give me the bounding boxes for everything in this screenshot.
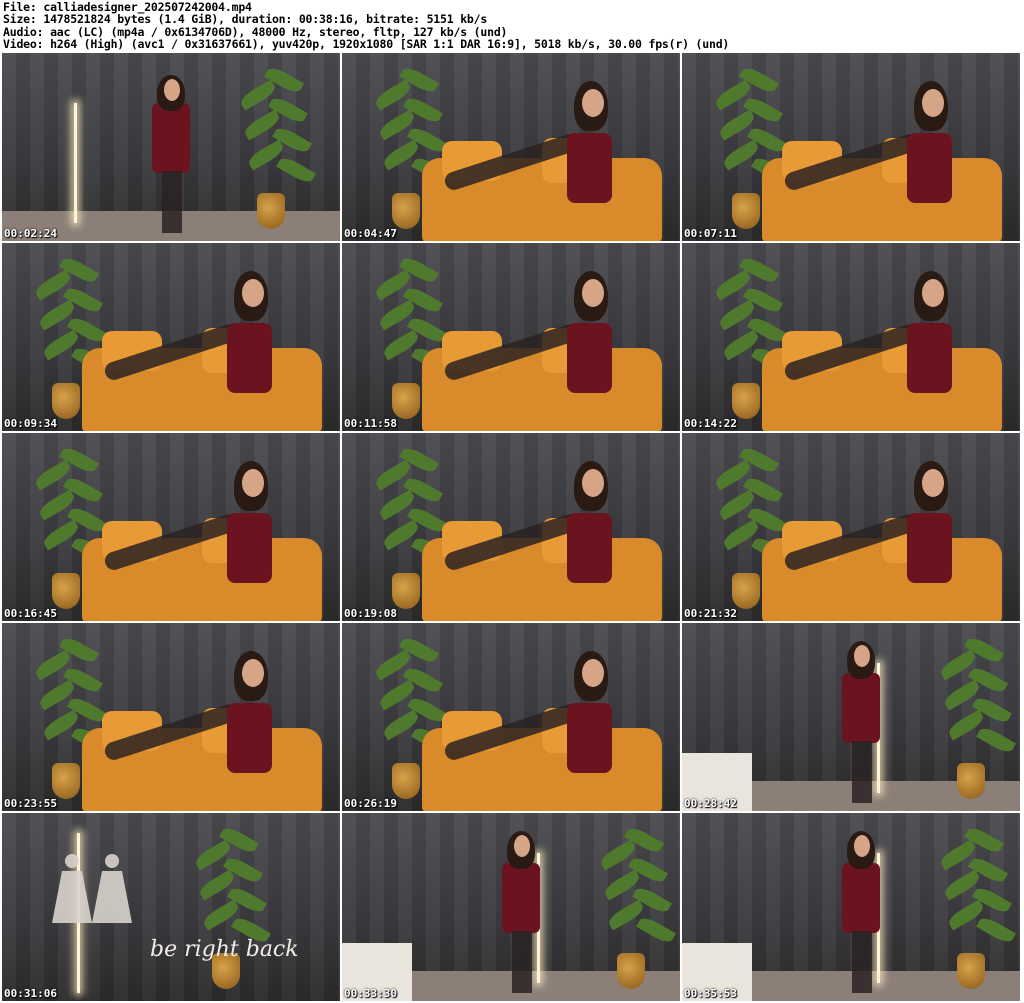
plant-pot xyxy=(732,193,760,229)
plant-pot xyxy=(392,573,420,609)
face xyxy=(582,89,604,117)
face xyxy=(582,469,604,497)
dress xyxy=(227,703,272,773)
face xyxy=(164,79,180,101)
timestamp-label: 00:09:34 xyxy=(4,417,57,430)
timestamp-label: 00:21:32 xyxy=(684,607,737,620)
thumbnail-frame[interactable]: 00:09:34 xyxy=(2,243,340,431)
thumbnail-frame[interactable]: 00:35:53 xyxy=(682,813,1020,1001)
video-info-line: Video: h264 (High) (avc1 / 0x31637661), … xyxy=(3,37,730,52)
face xyxy=(582,659,604,687)
dress xyxy=(567,513,612,583)
legs xyxy=(512,931,532,993)
thumbnail-frame[interactable]: 00:07:11 xyxy=(682,53,1020,241)
legs xyxy=(162,171,182,233)
plant-pot xyxy=(732,573,760,609)
plant-pot xyxy=(617,953,645,989)
dress xyxy=(502,863,540,933)
plant-pot xyxy=(52,763,80,799)
thumbnail-frame[interactable]: 00:16:45 xyxy=(2,433,340,621)
dress xyxy=(842,673,880,743)
thumbnail-frame[interactable]: be right back 00:31:06 xyxy=(2,813,340,1001)
dress xyxy=(567,323,612,393)
dress xyxy=(567,703,612,773)
timestamp-label: 00:31:06 xyxy=(4,987,57,1000)
face xyxy=(582,279,604,307)
face xyxy=(922,469,944,497)
face xyxy=(242,659,264,687)
face xyxy=(854,645,870,667)
dress xyxy=(907,323,952,393)
face xyxy=(242,279,264,307)
dress xyxy=(907,513,952,583)
timestamp-label: 00:02:24 xyxy=(4,227,57,240)
thumbnail-frame[interactable]: 00:28:42 xyxy=(682,623,1020,811)
timestamp-label: 00:28:42 xyxy=(684,797,737,810)
face xyxy=(922,89,944,117)
thumbnail-frame[interactable]: 00:21:32 xyxy=(682,433,1020,621)
dress xyxy=(907,133,952,203)
thumbnail-frame[interactable]: 00:02:24 xyxy=(2,53,340,241)
brand-logo xyxy=(32,843,152,943)
timestamp-label: 00:35:53 xyxy=(684,987,737,1000)
thumbnail-grid: 00:02:24 00:04:47 00:07:11 00:09:34 00:11:58… xyxy=(2,53,1022,1001)
timestamp-label: 00:23:55 xyxy=(4,797,57,810)
thumbnail-frame[interactable]: 00:26:19 xyxy=(342,623,680,811)
plant-pot xyxy=(257,193,285,229)
dress xyxy=(152,103,190,173)
timestamp-label: 00:14:22 xyxy=(684,417,737,430)
plant-pot xyxy=(52,383,80,419)
file-size-line: Size: 1478521824 bytes (1.4 GiB), durati… xyxy=(3,12,488,27)
dress xyxy=(842,863,880,933)
thumbnail-frame[interactable]: 00:33:30 xyxy=(342,813,680,1001)
timestamp-label: 00:33:30 xyxy=(344,987,397,1000)
legs xyxy=(852,931,872,993)
legs xyxy=(852,741,872,803)
plant-pot xyxy=(957,953,985,989)
face xyxy=(242,469,264,497)
thumbnail-frame[interactable]: 00:19:08 xyxy=(342,433,680,621)
be-right-back-text: be right back xyxy=(150,937,299,962)
thumbnail-frame[interactable]: 00:11:58 xyxy=(342,243,680,431)
dress xyxy=(567,133,612,203)
thumbnail-frame[interactable]: 00:04:47 xyxy=(342,53,680,241)
plant-pot xyxy=(957,763,985,799)
light-strip xyxy=(74,103,77,223)
face xyxy=(514,835,530,857)
plant-pot xyxy=(732,383,760,419)
dress xyxy=(227,323,272,393)
timestamp-label: 00:19:08 xyxy=(344,607,397,620)
timestamp-label: 00:04:47 xyxy=(344,227,397,240)
plant-pot xyxy=(392,383,420,419)
timestamp-label: 00:11:58 xyxy=(344,417,397,430)
thumbnail-frame[interactable]: 00:23:55 xyxy=(2,623,340,811)
thumbnail-frame[interactable]: 00:14:22 xyxy=(682,243,1020,431)
plant-pot xyxy=(392,193,420,229)
timestamp-label: 00:16:45 xyxy=(4,607,57,620)
plant-pot xyxy=(52,573,80,609)
timestamp-label: 00:26:19 xyxy=(344,797,397,810)
dress xyxy=(227,513,272,583)
plant-pot xyxy=(392,763,420,799)
file-info-header: File: calliadesigner_202507242004.mp4 Si… xyxy=(3,1,1021,51)
timestamp-label: 00:07:11 xyxy=(684,227,737,240)
face xyxy=(854,835,870,857)
face xyxy=(922,279,944,307)
